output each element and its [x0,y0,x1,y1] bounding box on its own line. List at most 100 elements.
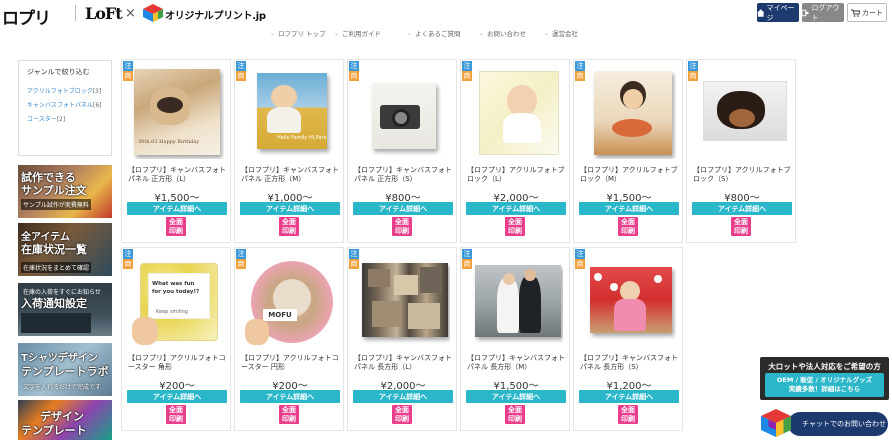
nav-item-contact[interactable]: ⌄ お問い合わせ [479,27,544,39]
genre-filter: ジャンルで絞り込む アクリルフォトブロック[3] キャンバスフォトパネル[6] … [18,60,112,156]
item-detail-button[interactable]: アイテム詳細へ [692,202,792,215]
chevron-down-icon: ⌄ [270,29,276,37]
product-name[interactable]: 【ロフプリ】キャンバスフォトパネル 正方形（L） [128,166,228,184]
nav-label: ロフプリ トップ [278,30,326,38]
bulk-order-panel: 大ロットや法人対応をご希望の方 OEM / 販促 / オリジナルグッズ 実績多数… [760,357,889,400]
product-card[interactable]: 注 商 What was fun for you today!? Keep sm… [121,247,231,431]
product-card[interactable]: 注 商 【ロフプリ】キャンバスフォトパネル 長方形（M） ¥1,500〜 アイテ… [460,247,570,431]
item-detail-button[interactable]: アイテム詳細へ [127,390,227,403]
chevron-down-icon: ⌄ [407,29,413,37]
nav-label: よくあるご質問 [415,30,461,38]
full-print-badge: 全面 印刷 [392,405,412,424]
banner-sample-order[interactable]: 試作できる サンプル注文 サンプル試作が実費無料 [18,165,112,218]
product-image[interactable] [467,253,563,347]
product-name[interactable]: 【ロフプリ】アクリルフォトブロック（M） [580,166,680,184]
product-card[interactable]: 注 商 Hello Family Hi,Park 【ロフプリ】キャンバスフォトパ… [234,59,344,243]
item-detail-button[interactable]: アイテム詳細へ [466,390,566,403]
product-name[interactable]: 【ロフプリ】キャンバスフォトパネル 正方形（M） [241,166,341,184]
product-card[interactable]: 注 商 【ロフプリ】キャンバスフォトパネル 長方形（S） ¥1,200〜 アイテ… [573,247,683,431]
item-detail-button[interactable]: アイテム詳細へ [466,202,566,215]
logo-divider [75,5,76,21]
nav-label: 運営会社 [552,30,579,38]
banner-stock-list[interactable]: 全アイテム 在庫状況一覧 在庫状況をまとめて確認 [18,223,112,276]
product-card[interactable]: 注 商 【ロフプリ】アクリルフォトブロック（M） ¥1,500〜 アイテム詳細へ… [573,59,683,243]
nav-item-top[interactable]: ⌄ ロフプリ トップ [270,27,334,39]
product-name[interactable]: 【ロフプリ】キャンバスフォトパネル 正方形（S） [354,166,454,184]
item-detail-button[interactable]: アイテム詳細へ [127,202,227,215]
nav-label: ご利用ガイド [342,30,382,38]
nav-item-faq[interactable]: ⌄ よくあるご質問 [407,27,479,39]
genre-link-acrylic-block[interactable]: アクリルフォトブロック[3] [27,87,103,97]
product-card[interactable]: 注 商 【ロフプリ】キャンバスフォトパネル 長方形（L） ¥2,000〜 アイテ… [347,247,457,431]
product-image[interactable] [580,65,676,159]
banner-subtitle: 在庫状況をまとめて確認 [21,262,92,273]
product-image[interactable] [467,65,563,159]
banner-title-2: 在庫状況一覧 [21,243,87,256]
chat-contact-button[interactable]: チャットでのお問い合わせ [788,412,888,436]
original-print-logo[interactable]: オリジナルプリント.jp [165,7,266,22]
full-print-badge: 全面 印刷 [166,217,186,236]
product-image[interactable] [580,253,676,347]
product-name[interactable]: 【ロフプリ】アクリルフォトコースター 角形 [128,354,228,372]
banner-title: 入荷通知設定 [21,297,87,310]
item-detail-button[interactable]: アイテム詳細へ [240,390,340,403]
full-print-badge: 全面 印刷 [392,217,412,236]
attention-badge-top: 注 [123,249,133,259]
item-detail-button[interactable]: アイテム詳細へ [579,202,679,215]
logout-button[interactable]: ログアウト [802,3,844,22]
genre-label: アクリルフォトブロック [27,88,93,95]
banner-arrival-notice[interactable]: 在庫の入荷をすぐにお知らせ 入荷通知設定 [18,283,112,336]
loft-logo[interactable]: LoFt [85,4,123,23]
product-name[interactable]: 【ロフプリ】キャンバスフォトパネル 長方形（M） [467,354,567,372]
bulk-order-line2: 実績多数！詳細はこちら [788,385,861,393]
item-detail-button[interactable]: アイテム詳細へ [353,390,453,403]
genre-filter-title: ジャンルで絞り込む [27,68,90,76]
mypage-button[interactable]: マイページ [757,3,799,22]
product-image[interactable] [693,65,789,159]
attention-badge-top: 注 [688,61,698,71]
product-image[interactable] [354,253,450,347]
full-print-badge: 全面 印刷 [731,217,751,236]
banner-tshirt-template[interactable]: Tシャツデザイン テンプレートラボ 文字を入れるだけで完成です [18,343,112,396]
nav-item-company[interactable]: ⌄ 運営会社 [544,27,594,39]
product-image[interactable] [354,65,450,159]
product-card[interactable]: 注 商 【ロフプリ】キャンバスフォトパネル 正方形（S） ¥800〜 アイテム詳… [347,59,457,243]
product-name[interactable]: 【ロフプリ】キャンバスフォトパネル 長方形（L） [354,354,454,372]
item-detail-button[interactable]: アイテム詳細へ [353,202,453,215]
attention-badge-bottom: 商 [349,259,359,269]
item-detail-button[interactable]: アイテム詳細へ [240,202,340,215]
bulk-order-line1: OEM / 販促 / オリジナルグッズ [776,376,873,384]
product-name[interactable]: 【ロフプリ】アクリルフォトコースター 円形 [241,354,341,372]
product-image[interactable]: What was fun for you today!? Keep smilin… [128,253,224,347]
product-card[interactable]: 注 商 MOFU 【ロフプリ】アクリルフォトコースター 円形 ¥200〜 アイテ… [234,247,344,431]
product-name[interactable]: 【ロフプリ】キャンバスフォトパネル 長方形（S） [580,354,680,372]
attention-badge-top: 注 [462,61,472,71]
nav-item-guide[interactable]: ⌄ ご利用ガイド [334,27,407,39]
product-card[interactable]: 注 商 【ロフプリ】アクリルフォトブロック（S） ¥800〜 アイテム詳細へ 全… [686,59,796,243]
banner-title-2: テンプレートラボ [21,365,109,378]
attention-badge-bottom: 商 [236,71,246,81]
item-detail-button[interactable]: アイテム詳細へ [579,390,679,403]
banner-design-template[interactable]: デザイン テンプレート [18,400,112,440]
site-header: ロプリ LoFt × オリジナルプリント.jp マイページ ログアウト カート [0,0,892,29]
bulk-order-button[interactable]: OEM / 販促 / オリジナルグッズ 実績多数！詳細はこちら [765,373,884,397]
product-image[interactable]: 30th.03 Happy Birthday [128,65,224,159]
original-print-cube-icon [143,4,163,22]
attention-badge-top: 注 [575,61,585,71]
banner-subtitle: 文字を入れるだけで完成です [23,384,102,391]
product-name[interactable]: 【ロフプリ】アクリルフォトブロック（S） [693,166,793,184]
product-image[interactable]: Hello Family Hi,Park [241,65,337,159]
genre-link-coaster[interactable]: コースター[2] [27,115,103,125]
ropuri-logo[interactable]: ロプリ [2,4,51,29]
genre-link-canvas-panel[interactable]: キャンバスフォトパネル[6] [27,101,103,111]
cart-button[interactable]: カート [847,3,887,22]
genre-count: [6] [93,102,102,109]
chat-cube-icon[interactable] [760,408,792,438]
full-print-badge: 全面 印刷 [618,217,638,236]
product-image[interactable]: MOFU [241,253,337,347]
product-name[interactable]: 【ロフプリ】アクリルフォトブロック（L） [467,166,567,184]
product-card[interactable]: 注 商 30th.03 Happy Birthday 【ロフプリ】キャンバスフォ… [121,59,231,243]
nav-label: お問い合わせ [487,30,527,38]
product-card[interactable]: 注 商 【ロフプリ】アクリルフォトブロック（L） ¥2,000〜 アイテム詳細へ… [460,59,570,243]
attention-badge-bottom: 商 [123,71,133,81]
